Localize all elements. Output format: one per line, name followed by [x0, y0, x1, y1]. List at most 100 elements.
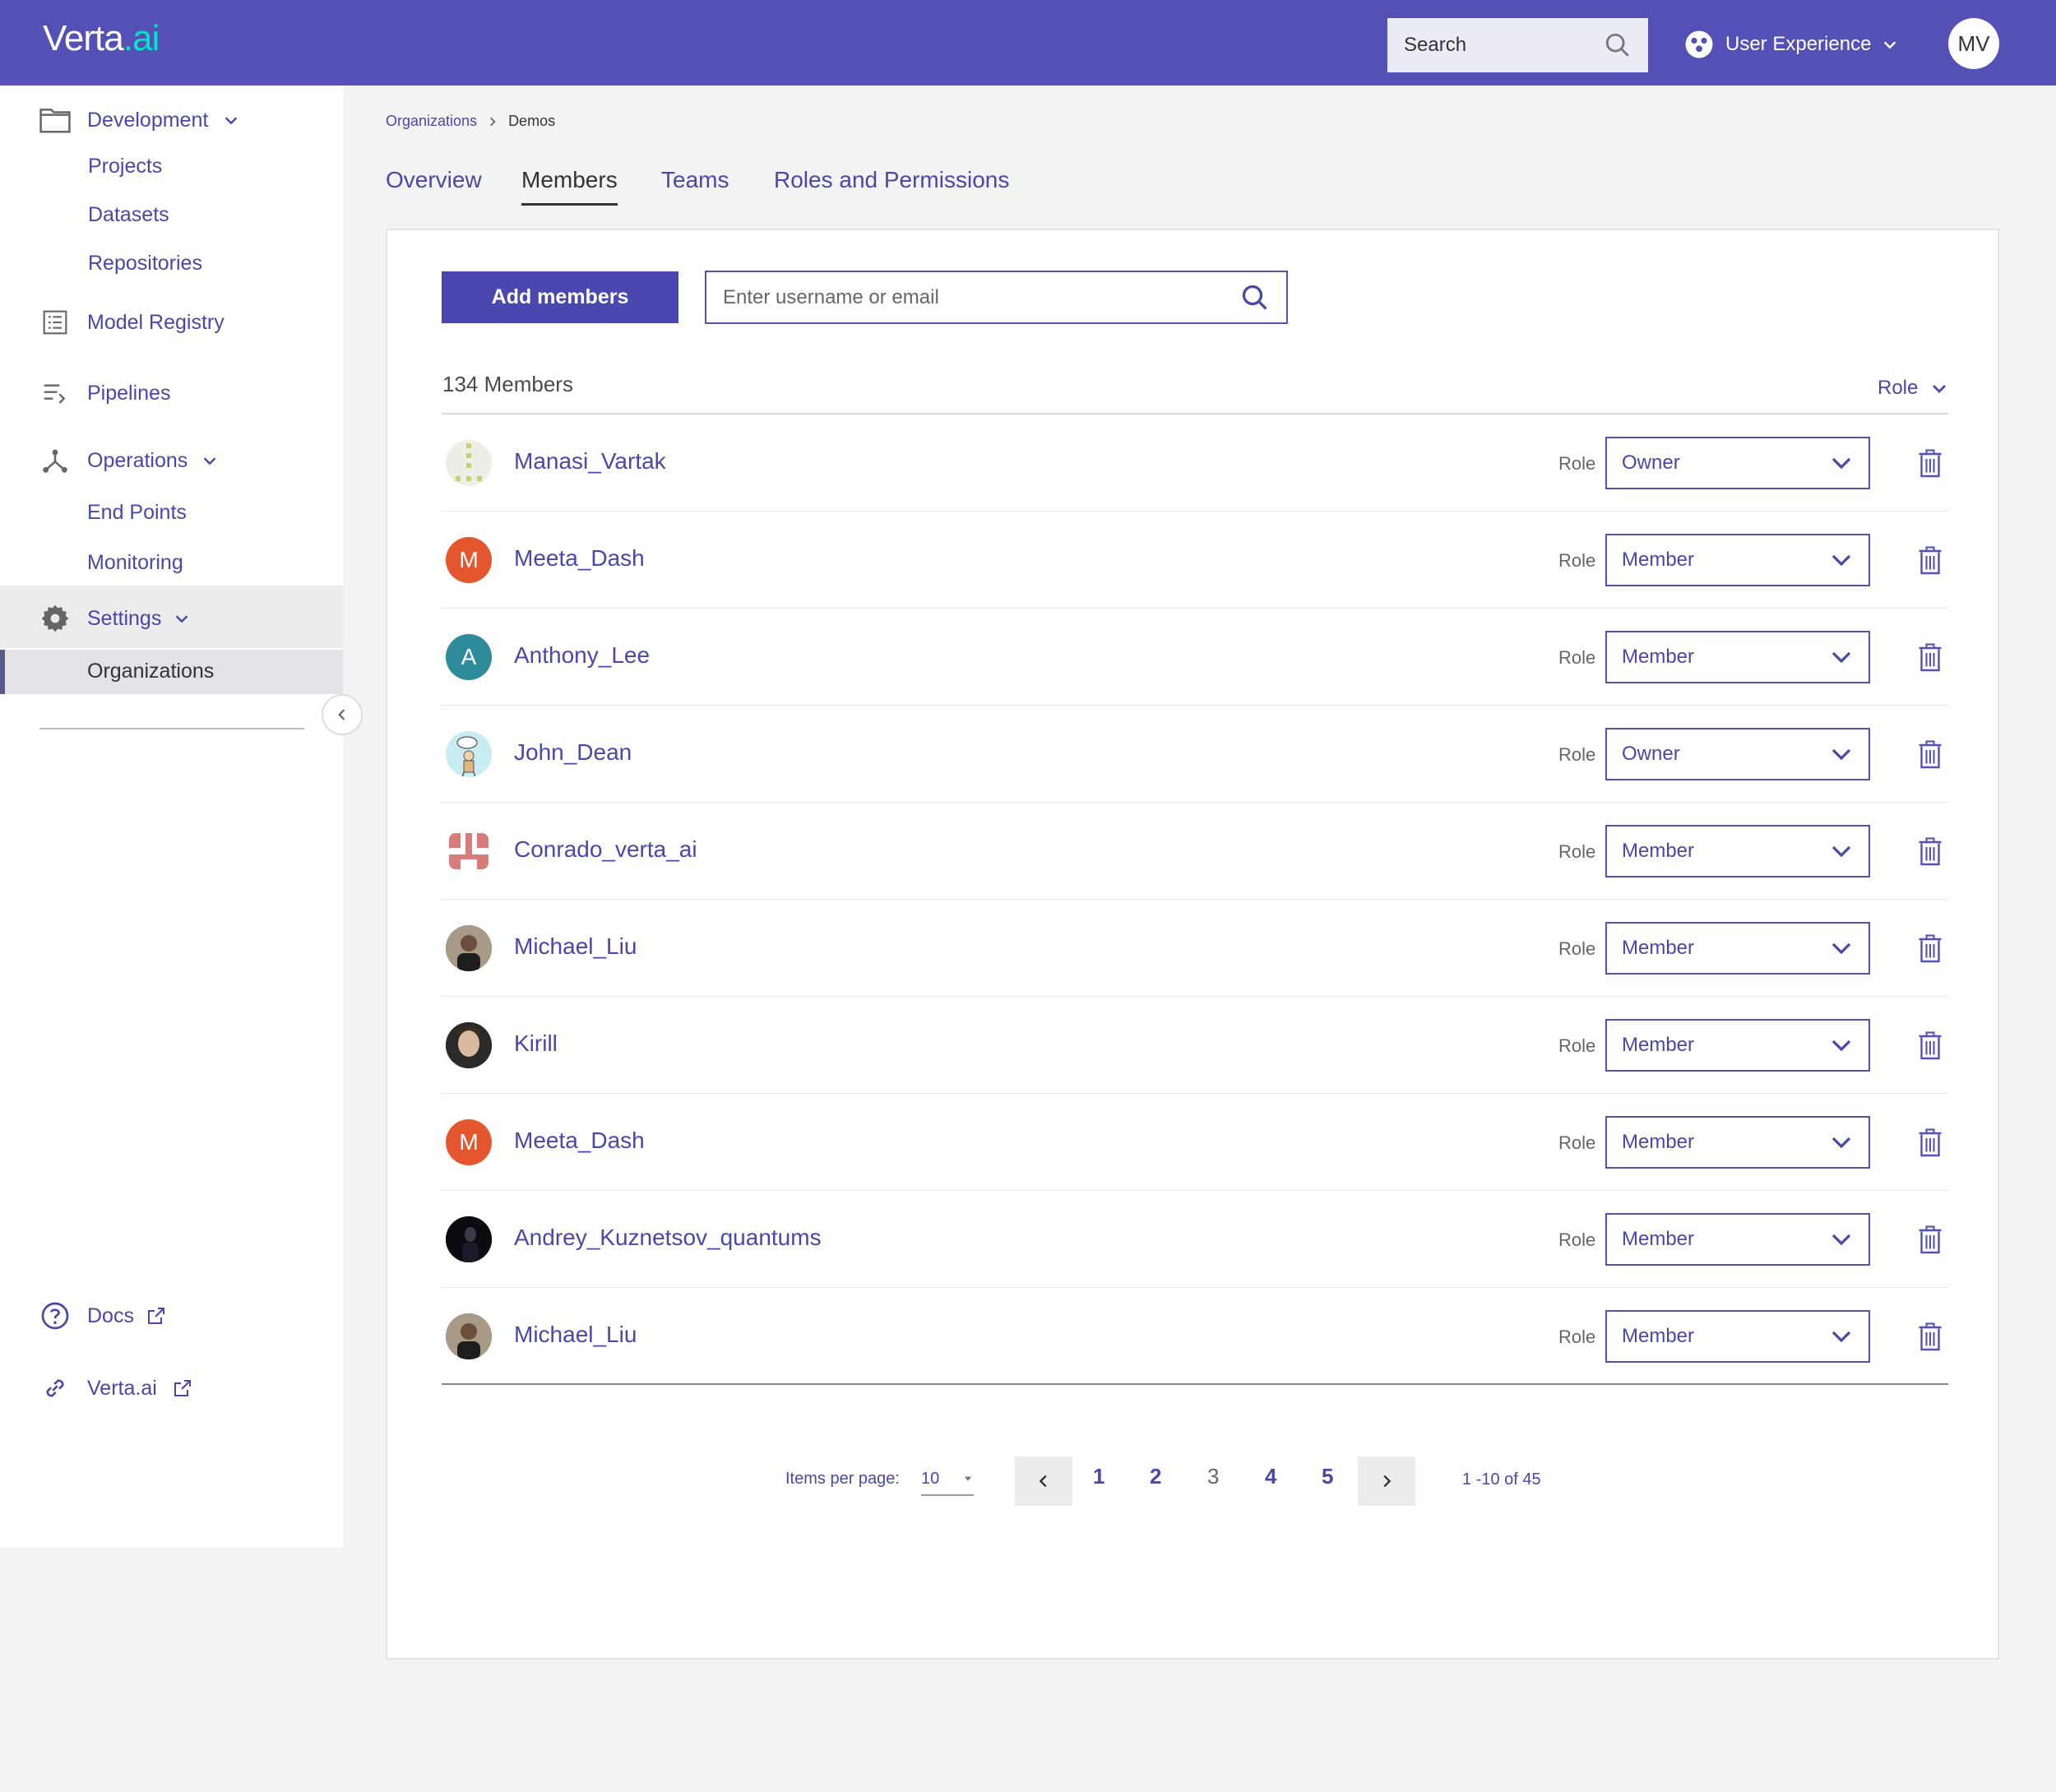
tab-teams[interactable]: Teams	[661, 167, 729, 193]
delete-member-button[interactable]	[1914, 447, 1947, 480]
delete-member-button[interactable]	[1914, 641, 1947, 674]
member-name[interactable]: John_Dean	[514, 739, 632, 766]
delete-member-button[interactable]	[1914, 1321, 1947, 1354]
tab-members[interactable]: Members	[521, 167, 618, 206]
role-select[interactable]: Member	[1605, 922, 1870, 975]
items-per-page-value: 10	[921, 1469, 940, 1488]
member-avatar[interactable]	[446, 1022, 492, 1068]
sidebar-item-datasets[interactable]: Datasets	[88, 203, 169, 227]
trash-icon	[1919, 740, 1942, 769]
sidebar-item-monitoring[interactable]: Monitoring	[87, 551, 183, 575]
role-select[interactable]: Owner	[1605, 728, 1870, 780]
search-icon[interactable]	[1240, 283, 1270, 313]
sidebar-item-development[interactable]: Development	[0, 104, 343, 137]
workspace-selector[interactable]: User Experience	[1684, 30, 1899, 59]
previous-page-button[interactable]	[1015, 1456, 1072, 1506]
member-name[interactable]: Kirill	[514, 1030, 558, 1057]
sidebar-item-settings[interactable]: Settings	[0, 602, 343, 635]
member-avatar[interactable]	[446, 828, 492, 874]
role-select-value: Member	[1622, 1325, 1695, 1347]
sidebar-item-end-points[interactable]: End Points	[87, 501, 187, 525]
user-avatar[interactable]: MV	[1948, 18, 1999, 69]
sidebar-item-repositories[interactable]: Repositories	[88, 252, 202, 276]
page-2-button[interactable]: 2	[1150, 1464, 1161, 1489]
member-name[interactable]: Manasi_Vartak	[514, 448, 666, 475]
delete-member-button[interactable]	[1914, 933, 1947, 965]
sidebar-item-pipelines[interactable]: Pipelines	[0, 377, 343, 410]
delete-member-button[interactable]	[1914, 1127, 1947, 1160]
role-select[interactable]: Member	[1605, 1116, 1870, 1169]
delete-member-button[interactable]	[1914, 739, 1947, 771]
trash-icon	[1919, 837, 1942, 866]
member-avatar[interactable]	[446, 1313, 492, 1359]
breadcrumb-organizations[interactable]: Organizations	[386, 113, 477, 130]
delete-member-button[interactable]	[1914, 836, 1947, 868]
member-avatar[interactable]: M	[446, 537, 492, 583]
sidebar-item-operations[interactable]: Operations	[0, 444, 343, 477]
role-label: Role	[1558, 938, 1596, 959]
chevron-down-icon	[1831, 942, 1851, 955]
role-label: Role	[1558, 1035, 1596, 1056]
chevron-down-icon	[225, 117, 238, 125]
delete-member-button[interactable]	[1914, 1224, 1947, 1257]
next-page-button[interactable]	[1358, 1456, 1415, 1506]
member-row: Andrey_Kuznetsov_quantums Role Member	[442, 1191, 1948, 1288]
role-select[interactable]: Member	[1605, 1213, 1870, 1266]
sidebar-item-label: Development	[87, 108, 209, 132]
collapse-sidebar-button[interactable]	[322, 694, 363, 735]
verta-logo[interactable]: Verta.ai	[43, 18, 160, 59]
sidebar-item-docs[interactable]: Docs	[0, 1299, 343, 1332]
sidebar-item-organizations[interactable]: Organizations	[87, 660, 214, 683]
chevron-left-icon	[1039, 1475, 1047, 1488]
member-name[interactable]: Meeta_Dash	[514, 1128, 645, 1154]
delete-member-button[interactable]	[1914, 1030, 1947, 1063]
items-per-page-select[interactable]: 10	[921, 1463, 974, 1496]
sidebar: Development Projects Datasets Repositori…	[0, 86, 363, 1548]
member-name[interactable]: Anthony_Lee	[514, 642, 650, 669]
member-row: Kirill Role Member	[442, 997, 1948, 1094]
member-avatar[interactable]	[446, 1216, 492, 1262]
role-select[interactable]: Member	[1605, 534, 1870, 586]
member-avatar[interactable]	[446, 925, 492, 971]
external-link-icon	[148, 1308, 164, 1324]
role-select[interactable]: Member	[1605, 1019, 1870, 1072]
role-label: Role	[1558, 647, 1596, 668]
member-avatar[interactable]: A	[446, 634, 492, 680]
role-select[interactable]: Member	[1605, 825, 1870, 877]
sidebar-item-model-registry[interactable]: Model Registry	[0, 306, 343, 339]
member-avatar[interactable]	[446, 440, 492, 486]
member-name[interactable]: Andrey_Kuznetsov_quantums	[514, 1225, 822, 1251]
chevron-down-icon	[203, 457, 216, 465]
role-select[interactable]: Member	[1605, 631, 1870, 683]
sidebar-item-projects[interactable]: Projects	[88, 155, 162, 178]
member-name[interactable]: Meeta_Dash	[514, 545, 645, 572]
role-select[interactable]: Owner	[1605, 437, 1870, 489]
page-4-button[interactable]: 4	[1265, 1464, 1276, 1489]
member-name[interactable]: Conrado_verta_ai	[514, 836, 697, 863]
chevron-down-icon	[1831, 1137, 1851, 1149]
member-avatar[interactable]	[446, 731, 492, 777]
chevron-right-icon	[490, 117, 496, 126]
role-select[interactable]: Member	[1605, 1310, 1870, 1363]
page-5-button[interactable]: 5	[1322, 1464, 1333, 1489]
page-3-button[interactable]: 3	[1207, 1464, 1219, 1489]
delete-member-button[interactable]	[1914, 544, 1947, 577]
global-search[interactable]: Search	[1387, 18, 1648, 72]
chevron-down-icon	[1831, 845, 1851, 858]
workspace-icon	[1685, 30, 1713, 58]
trash-icon	[1919, 1225, 1942, 1254]
tab-overview[interactable]: Overview	[386, 167, 482, 193]
chevron-down-icon	[1831, 457, 1851, 470]
add-members-button[interactable]: Add members	[442, 271, 678, 323]
external-link-icon	[174, 1380, 191, 1396]
member-avatar[interactable]: M	[446, 1119, 492, 1165]
role-filter-dropdown[interactable]: Role	[1878, 377, 1949, 400]
member-name[interactable]: Michael_Liu	[514, 1322, 637, 1348]
page-1-button[interactable]: 1	[1093, 1464, 1104, 1489]
member-search-input[interactable]	[723, 285, 1240, 309]
member-name[interactable]: Michael_Liu	[514, 933, 637, 960]
tab-roles-and-permissions[interactable]: Roles and Permissions	[774, 167, 1009, 193]
sidebar-item-verta-ai[interactable]: Verta.ai	[0, 1372, 343, 1405]
gear-icon	[39, 603, 71, 634]
sidebar-item-label: Verta.ai	[87, 1376, 157, 1400]
